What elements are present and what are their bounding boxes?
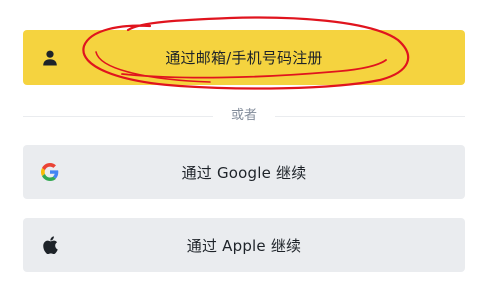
continue-google-button[interactable]: 通过 Google 继续 xyxy=(23,145,465,199)
divider-line-right xyxy=(275,116,465,117)
continue-apple-button[interactable]: 通过 Apple 继续 xyxy=(23,218,465,272)
or-divider: 或者 xyxy=(23,105,465,127)
continue-google-label: 通过 Google 继续 xyxy=(181,163,307,182)
continue-apple-label: 通过 Apple 继续 xyxy=(186,236,302,255)
signup-email-phone-label: 通过邮箱/手机号码注册 xyxy=(165,49,323,67)
signup-email-phone-button[interactable]: 通过邮箱/手机号码注册 xyxy=(23,30,465,85)
